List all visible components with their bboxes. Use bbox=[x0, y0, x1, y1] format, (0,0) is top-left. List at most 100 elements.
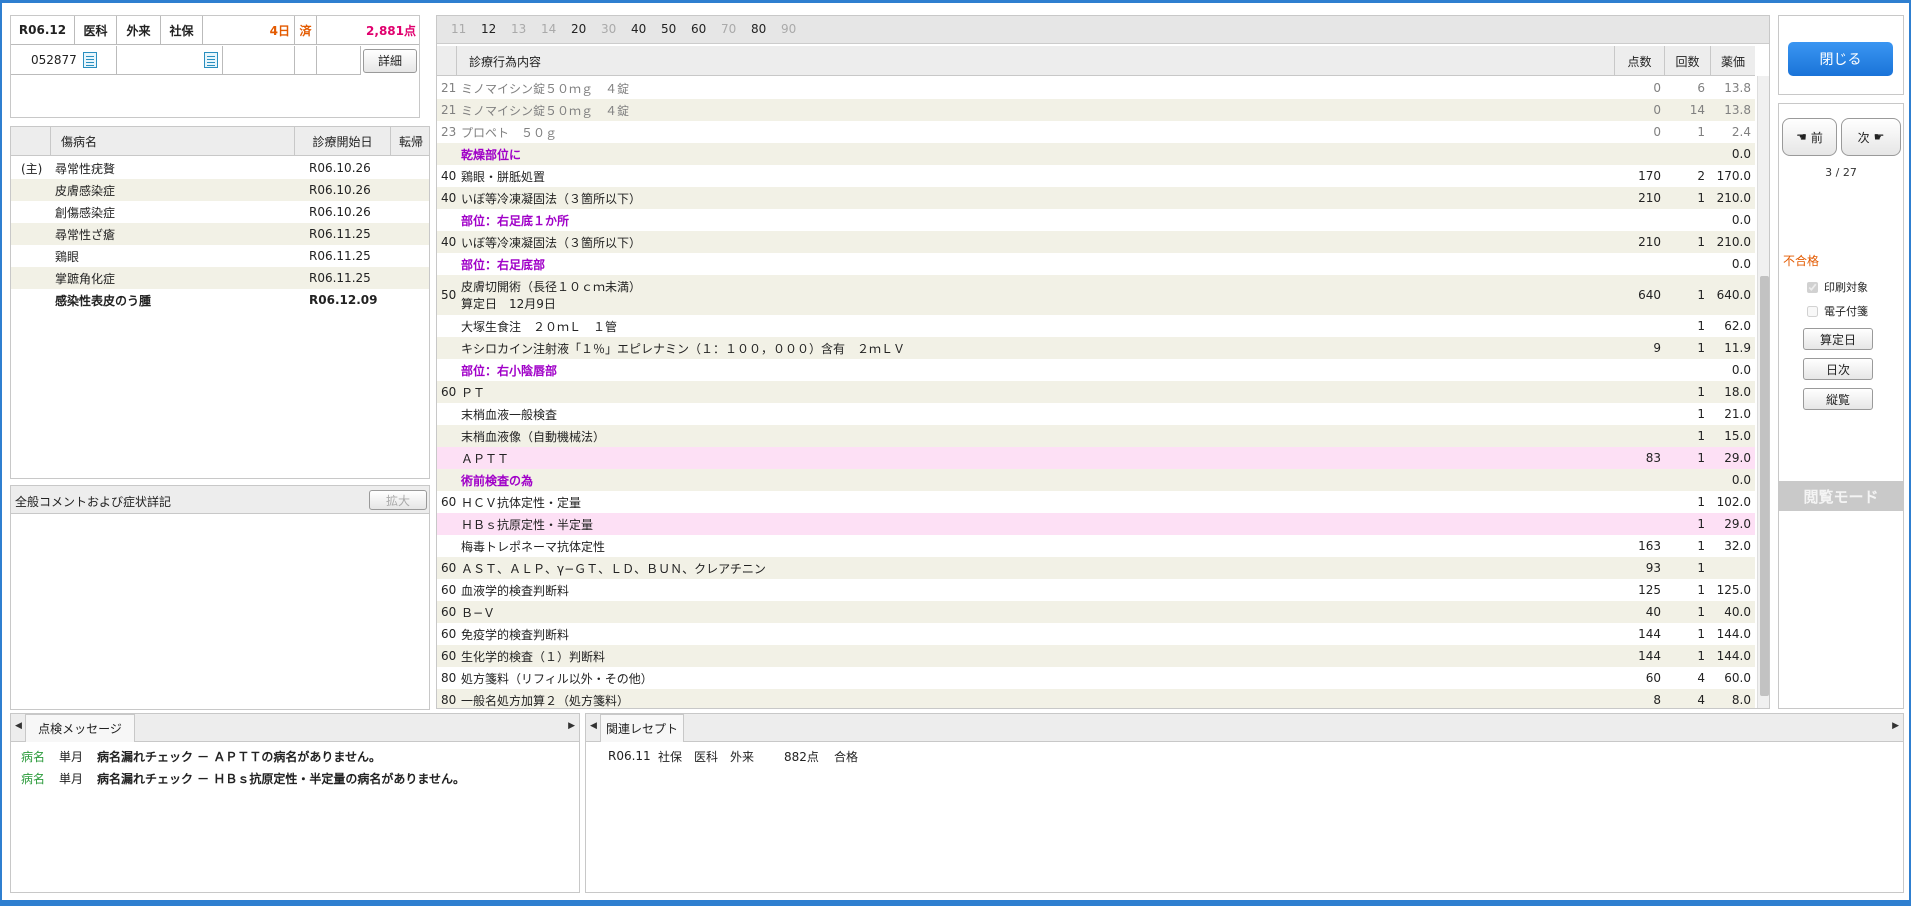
row-code: 40 bbox=[441, 169, 457, 183]
related-insurance: 社保 bbox=[658, 749, 683, 764]
treatment-row[interactable]: 部位：右小陰唇部 0.0 bbox=[437, 359, 1755, 381]
tab-related-receipts[interactable]: 関連レセプト bbox=[600, 714, 684, 742]
treatment-row[interactable]: 60 免疫学的検査判断料 144 1 144.0 bbox=[437, 623, 1755, 645]
vertical-scrollbar[interactable] bbox=[1757, 76, 1769, 708]
disease-row[interactable]: 尋常性ざ瘡 R06.11.25 bbox=[11, 223, 429, 245]
treatment-row[interactable]: 23 プロペト ５０ｇ 0 1 2.4 bbox=[437, 121, 1755, 143]
row-count: 1 bbox=[1697, 627, 1705, 641]
row-points bbox=[1615, 143, 1661, 165]
treatment-row[interactable]: 80 一般名処方加算２（処方箋料） 8 4 8.0 bbox=[437, 689, 1755, 708]
day-tab-30[interactable]: 30 bbox=[601, 22, 616, 36]
disease-start-date: R06.10.26 bbox=[309, 161, 371, 175]
overview-button[interactable]: 縦覧 bbox=[1803, 388, 1873, 410]
day-tab-50[interactable]: 50 bbox=[661, 22, 676, 36]
prev-icon: ☚ bbox=[1796, 130, 1807, 144]
treatment-row[interactable]: 40 いぼ等冷凍凝固法（３箇所以下） 210 1 210.0 bbox=[437, 231, 1755, 253]
message-row[interactable]: 病名 単月 病名漏れチェック － ＡＰＴＴの病名がありません。 bbox=[11, 746, 571, 766]
treatment-row[interactable]: 部位：右足底部 0.0 bbox=[437, 253, 1755, 275]
day-tab-90[interactable]: 90 bbox=[781, 22, 796, 36]
message-row[interactable]: 病名 単月 病名漏れチェック － ＨＢｓ抗原定性・半定量の病名がありません。 bbox=[11, 768, 571, 788]
treatment-row[interactable]: 40 いぼ等冷凍凝固法（３箇所以下） 210 1 210.0 bbox=[437, 187, 1755, 209]
day-tab-70[interactable]: 70 bbox=[721, 22, 736, 36]
treatment-row[interactable]: 末梢血液像（自動機械法） 1 15.0 bbox=[437, 425, 1755, 447]
row-price: 125.0 bbox=[1716, 583, 1751, 597]
day-tab-14[interactable]: 14 bbox=[541, 22, 556, 36]
treatment-row[interactable]: 60 血液学的検査判断料 125 1 125.0 bbox=[437, 579, 1755, 601]
comment-textarea[interactable] bbox=[15, 518, 425, 705]
document-icon[interactable] bbox=[204, 52, 218, 68]
treatment-row[interactable]: 60 ＡＳＴ、ＡＬＰ、γ−ＧＴ、ＬＤ、ＢＵＮ、クレアチニン 93 1 bbox=[437, 557, 1755, 579]
disease-row[interactable]: 鶏眼 R06.11.25 bbox=[11, 245, 429, 267]
row-count: 4 bbox=[1697, 671, 1705, 685]
daily-button[interactable]: 日次 bbox=[1803, 358, 1873, 380]
day-tab-20[interactable]: 20 bbox=[571, 22, 586, 36]
treatment-row[interactable]: 末梢血液一般検査 1 21.0 bbox=[437, 403, 1755, 425]
disease-row[interactable]: (主) 尋常性疣贅 R06.10.26 bbox=[11, 157, 429, 179]
row-points bbox=[1615, 315, 1661, 337]
print-target-checkbox[interactable] bbox=[1807, 281, 1818, 293]
treatment-row[interactable]: 40 鶏眼・胼胝処置 170 2 170.0 bbox=[437, 165, 1755, 187]
disease-row[interactable]: 感染性表皮のう腫 R06.12.09 bbox=[11, 289, 429, 311]
scroll-left-icon[interactable]: ◀ bbox=[590, 721, 597, 731]
row-price: 640.0 bbox=[1716, 288, 1751, 302]
treatment-row[interactable]: キシロカイン注射液「１％」エピレナミン（１：１００，０００）含有 ２ｍＬＶ 9 1 1… bbox=[437, 337, 1755, 359]
disease-row[interactable]: 創傷感染症 R06.10.26 bbox=[11, 201, 429, 223]
row-points: 8 bbox=[1653, 693, 1661, 707]
treatment-row[interactable]: 60 ＨＣＶ抗体定性・定量 1 102.0 bbox=[437, 491, 1755, 513]
treatment-row[interactable]: 50 皮膚切開術（長径１０ｃｍ未満） 算定日 12月9日 640 1 640.0 bbox=[437, 275, 1755, 315]
treatment-row[interactable]: 大塚生食注 ２０ｍＬ １管 1 62.0 bbox=[437, 315, 1755, 337]
header-days: 4日 bbox=[203, 16, 295, 45]
close-button[interactable]: 閉じる bbox=[1788, 42, 1893, 76]
treatment-row[interactable]: 60 Ｂ−Ｖ 40 1 40.0 bbox=[437, 601, 1755, 623]
comment-panel: 全般コメントおよび症状詳記 拡大 bbox=[10, 485, 430, 710]
treatment-row[interactable]: ＡＰＴＴ 83 1 29.0 bbox=[437, 447, 1755, 469]
related-row[interactable]: R06.11 社保 医科 外来 882点 合格 bbox=[586, 746, 1186, 766]
tab-check-messages[interactable]: 点検メッセージ bbox=[25, 714, 135, 742]
detail-button[interactable]: 詳細 bbox=[363, 48, 417, 73]
scroll-left-icon[interactable]: ◀ bbox=[15, 721, 22, 731]
day-tab-40[interactable]: 40 bbox=[631, 22, 646, 36]
treatment-row[interactable]: 60 生化学的検査（１）判断料 144 1 144.0 bbox=[437, 645, 1755, 667]
next-button[interactable]: 次 ☛ bbox=[1841, 118, 1901, 156]
treatment-row[interactable]: ＨＢｓ抗原定性・半定量 1 29.0 bbox=[437, 513, 1755, 535]
row-points: 9 bbox=[1653, 341, 1661, 355]
document-icon[interactable] bbox=[82, 52, 97, 68]
empty-cell bbox=[223, 46, 295, 75]
calc-day-button[interactable]: 算定日 bbox=[1803, 328, 1873, 350]
treatment-row[interactable]: 21 ミノマイシン錠５０ｍｇ ４錠 0 14 13.8 bbox=[437, 99, 1755, 121]
scroll-right-icon[interactable]: ▶ bbox=[568, 721, 575, 731]
treatment-row[interactable]: 梅毒トレポネーマ抗体定性 163 1 32.0 bbox=[437, 535, 1755, 557]
row-content: ミノマイシン錠５０ｍｇ ４錠 bbox=[461, 81, 630, 96]
e-attach-option[interactable]: 電子付箋 bbox=[1807, 303, 1868, 319]
row-code: 60 bbox=[441, 605, 457, 619]
e-attach-checkbox[interactable] bbox=[1807, 305, 1818, 317]
treatment-row[interactable]: 21 ミノマイシン錠５０ｍｇ ４錠 0 6 13.8 bbox=[437, 77, 1755, 99]
row-code bbox=[441, 143, 457, 165]
treatment-row[interactable]: 部位：右足底１か所 0.0 bbox=[437, 209, 1755, 231]
row-content: 処方箋料（リフィル以外・その他） bbox=[461, 671, 653, 686]
row-count: 1 bbox=[1697, 341, 1705, 355]
row-points: 40 bbox=[1645, 605, 1661, 619]
day-tab-13[interactable]: 13 bbox=[511, 22, 526, 36]
treatment-row[interactable]: 80 処方箋料（リフィル以外・その他） 60 4 60.0 bbox=[437, 667, 1755, 689]
treatment-row[interactable]: 術前検査の為 0.0 bbox=[437, 469, 1755, 491]
row-price bbox=[1711, 557, 1751, 579]
day-tab-12[interactable]: 12 bbox=[481, 22, 496, 36]
expand-button[interactable]: 拡大 bbox=[369, 490, 427, 510]
treatment-row[interactable]: 乾燥部位に 0.0 bbox=[437, 143, 1755, 165]
row-price: 40.0 bbox=[1724, 605, 1751, 619]
day-tab-11[interactable]: 11 bbox=[451, 22, 466, 36]
row-count bbox=[1665, 143, 1705, 165]
row-content: ＨＢｓ抗原定性・半定量 bbox=[461, 517, 594, 532]
treatment-row[interactable]: 60 ＰＴ 1 18.0 bbox=[437, 381, 1755, 403]
disease-row[interactable]: 皮膚感染症 R06.10.26 bbox=[11, 179, 429, 201]
disease-row[interactable]: 掌蹠角化症 R06.11.25 bbox=[11, 267, 429, 289]
scrollbar-thumb[interactable] bbox=[1760, 276, 1769, 696]
print-target-option[interactable]: 印刷対象 bbox=[1807, 279, 1868, 295]
scroll-right-icon[interactable]: ▶ bbox=[1892, 721, 1899, 731]
day-tab-80[interactable]: 80 bbox=[751, 22, 766, 36]
row-count: 6 bbox=[1697, 81, 1705, 95]
day-tab-60[interactable]: 60 bbox=[691, 22, 706, 36]
prev-button[interactable]: ☚ 前 bbox=[1782, 118, 1837, 156]
col-start-date: 診療開始日 bbox=[295, 127, 391, 155]
